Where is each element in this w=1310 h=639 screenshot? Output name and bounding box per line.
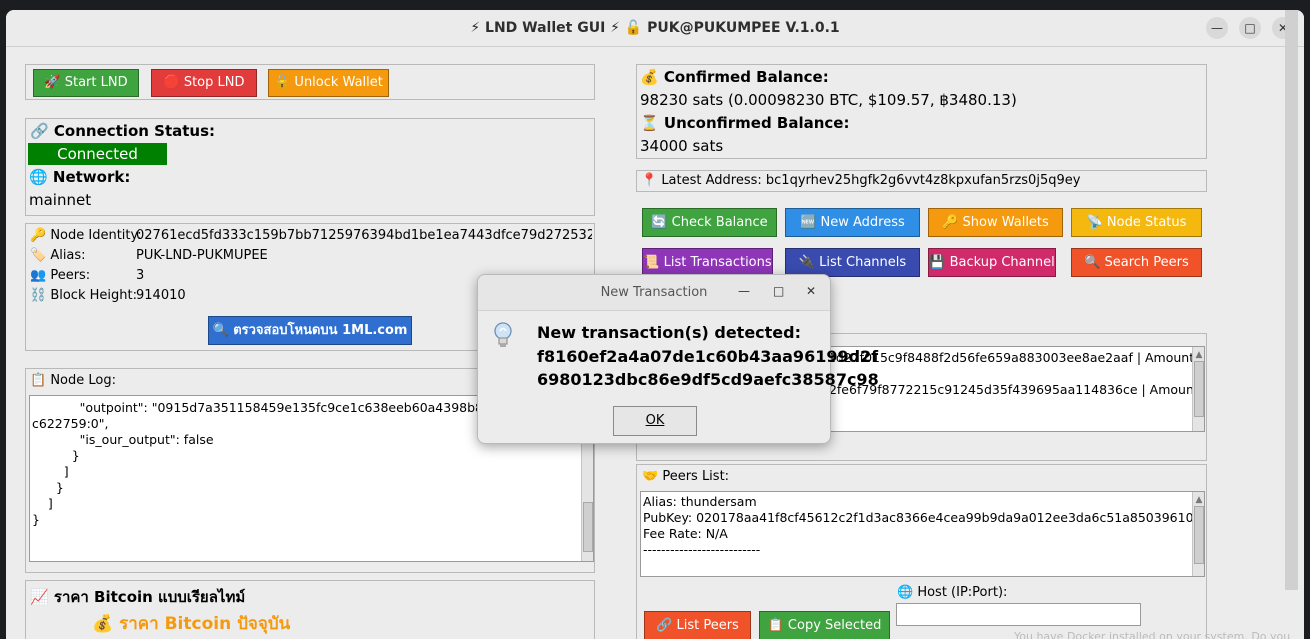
list-peers-button[interactable]: 🔗 List Peers [644,611,751,639]
connection-status-label: 🔗 Connection Status: [30,122,216,140]
taskbar-notice: You have Docker installed on your system… [1014,630,1291,639]
stop-lnd-button[interactable]: 🛑 Stop LND [151,69,257,97]
check-balance-button[interactable]: 🔄 Check Balance [642,208,777,237]
peers-list-scrollbar[interactable]: ▲ [1192,492,1204,576]
peers-list-textarea[interactable]: Alias: thundersam PubKey: 020178aa41f8cf… [640,491,1205,577]
unconfirmed-balance-label: ⏳ Unconfirmed Balance: [640,114,850,132]
lightbulb-icon [492,321,514,351]
alias-label: 🏷️ Alias: [30,248,86,263]
confirmed-balance-value: 98230 sats (0.00098230 BTC, $109.57, ฿34… [640,91,1017,109]
peers-list-label: 🤝 Peers List: [642,469,730,484]
host-label: 🌐 Host (IP:Port): [897,585,1008,600]
window-scrollbar[interactable] [1285,10,1298,590]
show-wallets-button[interactable]: 🔑 Show Wallets [928,208,1063,237]
block-height-label: ⛓️ Block Height: [30,288,137,303]
dialog-hash-line1: f8160ef2a4a07de1c60b43aa96199d2f [537,347,879,366]
transaction-line: c1d27f015c9f8488f2d56fe659a883003ee8ae2a… [821,350,1205,365]
latest-address-panel: 📍 Latest Address: bc1qyrhev25hgfk2g6vvt4… [636,170,1207,192]
peers-list-scroll-thumb[interactable] [1194,506,1204,564]
latest-address-text: 📍 Latest Address: bc1qyrhev25hgfk2g6vvt4… [641,173,1081,188]
node-identity-value: 02761ecd5fd333c159b7bb7125976394bd1be1ea… [136,228,592,243]
transactions-scroll-thumb[interactable] [1194,361,1204,417]
window-title: ⚡ LND Wallet GUI ⚡ 🔓 PUK@PUKUMPEE V.1.0.… [470,20,840,36]
peers-label: 👥 Peers: [30,268,91,283]
copy-selected-button[interactable]: 📋 Copy Selected [759,611,890,639]
search-peers-button[interactable]: 🔍 Search Peers [1071,248,1202,277]
window-titlebar[interactable]: ⚡ LND Wallet GUI ⚡ 🔓 PUK@PUKUMPEE V.1.0.… [6,10,1304,47]
list-transactions-button[interactable]: 📜 List Transactions [642,248,773,277]
node-log-scroll-thumb[interactable] [583,502,593,552]
minimize-icon[interactable]: — [1206,17,1228,39]
check-1ml-button[interactable]: 🔍 ตรวจสอบโหนดบน 1ML.com [208,316,412,345]
peers-list-text: Alias: thundersam PubKey: 020178aa41f8cf… [643,494,1202,557]
transactions-scrollbar[interactable]: ▲ [1192,347,1204,431]
maximize-icon[interactable]: □ [1239,17,1261,39]
dialog-minimize-icon[interactable]: — [738,284,750,298]
network-label: 🌐 Network: [29,168,131,186]
current-price-label: 💰 ราคา Bitcoin ปัจจุบัน [92,614,291,634]
new-transaction-dialog: New Transaction — □ ✕ New transaction(s)… [477,274,879,444]
network-value: mainnet [29,191,92,209]
unconfirmed-balance-value: 34000 sats [640,137,724,155]
connection-panel: 🔗 Connection Status: Connected 🌐 Network… [25,118,595,216]
dialog-hash-line2: 6980123dbc86e9df5cd9aefc38587c98 [537,370,879,389]
new-address-button[interactable]: 🆕 New Address [785,208,920,237]
peers-list-panel: 🤝 Peers List: Alias: thundersam PubKey: … [636,464,1207,639]
connection-status-badge: Connected [28,143,167,165]
host-input[interactable] [896,603,1141,626]
confirmed-balance-label: 💰 Confirmed Balance: [640,68,829,86]
dialog-maximize-icon[interactable]: □ [773,284,784,298]
backup-channel-button[interactable]: 💾 Backup Channel [928,248,1056,277]
node-identity-label: 🔑 Node Identity: [30,228,142,243]
dialog-titlebar[interactable]: New Transaction — □ ✕ [478,275,830,311]
node-log-label: 📋 Node Log: [30,373,116,388]
alias-value: PUK-LND-PUKMUPEE [136,248,268,263]
unlock-wallet-button[interactable]: 🔓 Unlock Wallet [268,69,389,97]
price-section-label: 📈 ราคา Bitcoin แบบเรียลไทม์ [30,588,246,606]
peers-value: 3 [136,268,145,283]
price-panel: 📈 ราคา Bitcoin แบบเรียลไทม์ 💰 ราคา Bitco… [25,580,595,639]
start-lnd-button[interactable]: 🚀 Start LND [33,69,139,97]
controls-panel: 🚀 Start LND 🛑 Stop LND 🔓 Unlock Wallet [25,64,595,100]
dialog-heading: New transaction(s) detected: [537,323,801,342]
node-status-button[interactable]: 📡 Node Status [1071,208,1202,237]
block-height-value: 914010 [136,288,186,303]
balance-panel: 💰 Confirmed Balance: 98230 sats (0.00098… [636,64,1207,159]
ok-button[interactable]: OK [613,406,697,436]
dialog-close-icon[interactable]: ✕ [806,284,816,298]
list-channels-button[interactable]: 🔌 List Channels [785,248,920,277]
